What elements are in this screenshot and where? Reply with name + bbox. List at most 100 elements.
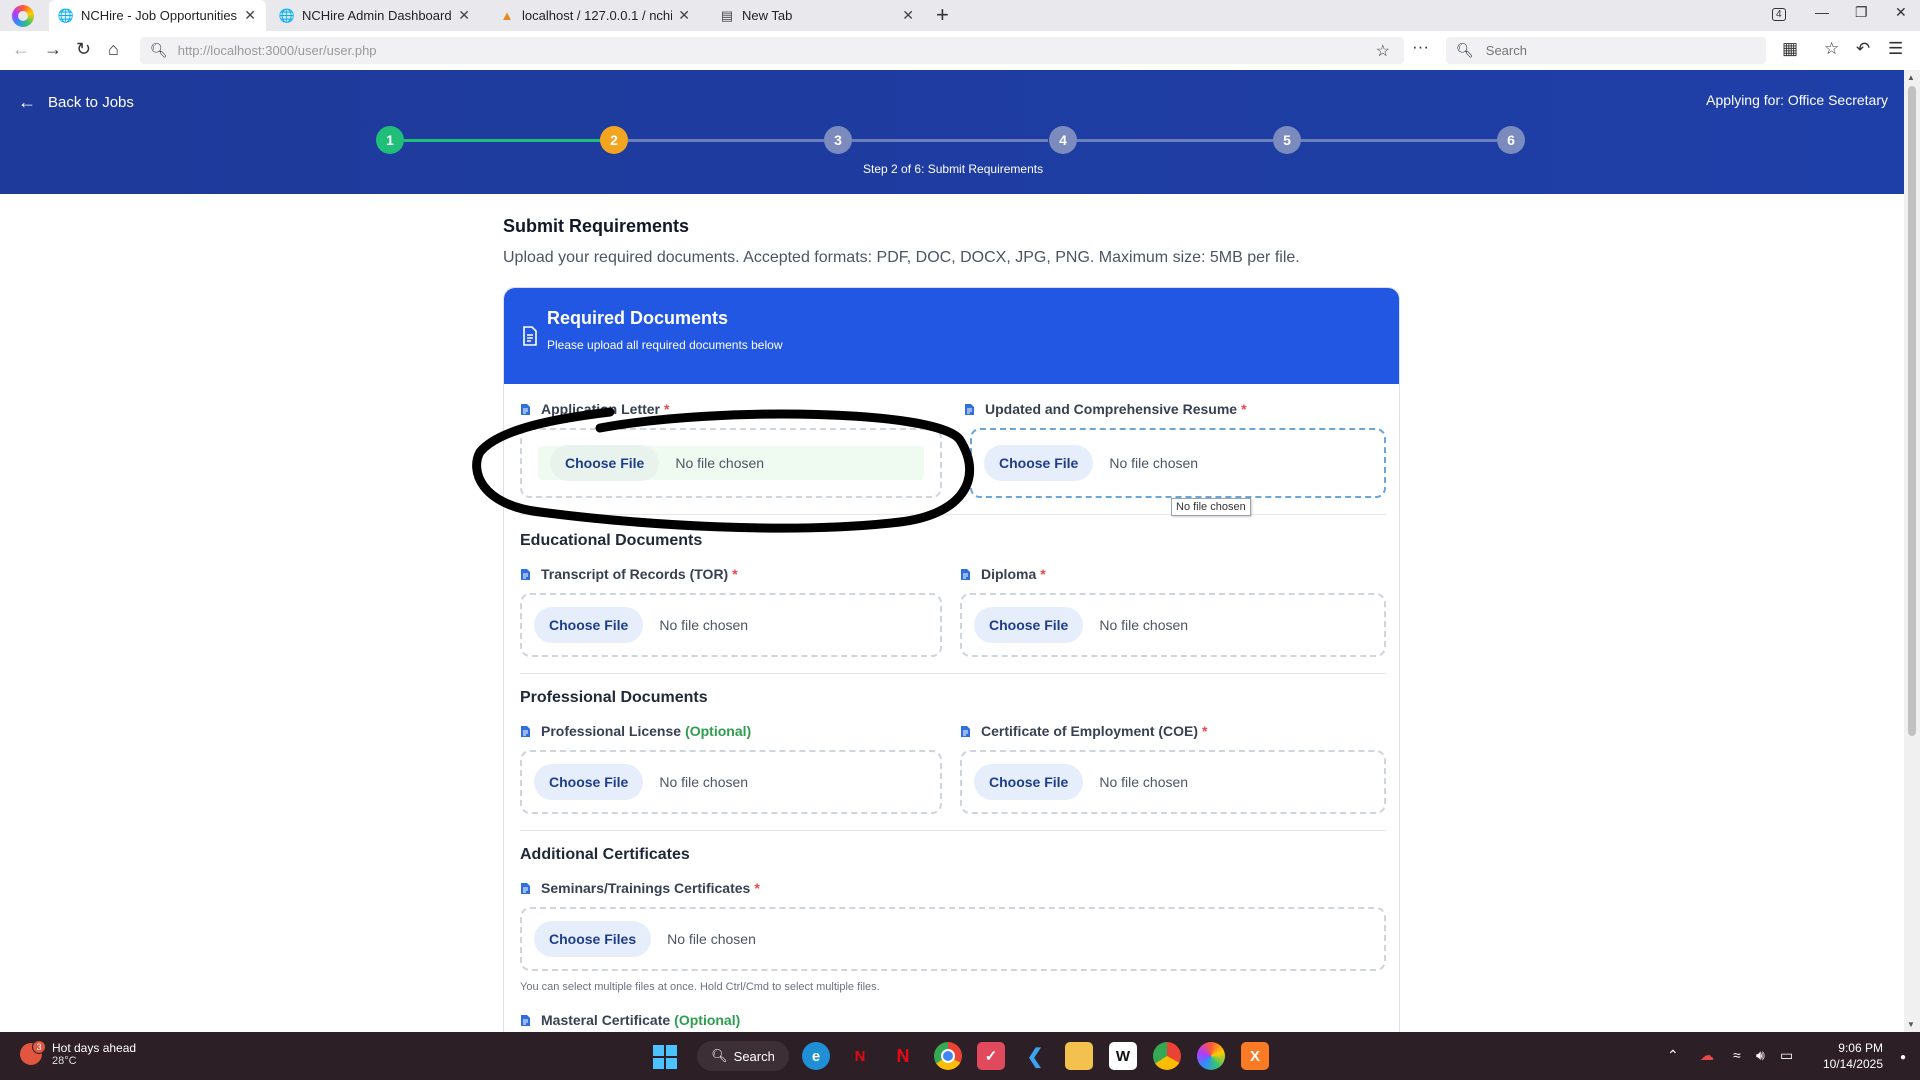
system-clock[interactable]: 9:06 PM 10/14/2025 bbox=[1823, 1040, 1883, 1072]
history-icon[interactable]: ↶ bbox=[1856, 39, 1870, 59]
battery-icon[interactable]: ▭ bbox=[1780, 1047, 1793, 1064]
close-tab-icon[interactable]: ✕ bbox=[902, 7, 914, 24]
back-arrow-icon[interactable]: ← bbox=[12, 39, 30, 60]
required-mark: * bbox=[1202, 723, 1208, 739]
required-mark: * bbox=[732, 566, 738, 582]
search-icon: 🔍︎ bbox=[150, 42, 168, 58]
field-label-text: Transcript of Records (TOR) bbox=[541, 566, 729, 582]
browser-search-box[interactable]: 🔍︎ bbox=[1446, 37, 1766, 64]
tab-new-tab[interactable]: ▤ New Tab ✕ bbox=[710, 0, 924, 31]
netflix-app-icon[interactable]: N bbox=[889, 1042, 917, 1070]
back-to-jobs-label: Back to Jobs bbox=[48, 94, 134, 111]
license-dropzone[interactable]: Choose File No file chosen bbox=[520, 750, 942, 814]
file-explorer-icon[interactable] bbox=[1065, 1042, 1093, 1070]
choose-file-button[interactable]: Choose File bbox=[534, 764, 644, 800]
browser-active-icon[interactable] bbox=[1197, 1042, 1225, 1070]
field-label-text: Application Letter bbox=[541, 401, 661, 417]
step-connector bbox=[1301, 139, 1497, 142]
tab-admin-dashboard[interactable]: 🌐 NCHire Admin Dashboard ✕ bbox=[270, 0, 480, 31]
weather-widget[interactable]: 3 Hot days ahead 28°C bbox=[20, 1040, 137, 1067]
weather-title: Hot days ahead bbox=[52, 1041, 137, 1055]
arrow-left-icon: ← bbox=[18, 92, 36, 112]
resume-label: Updated and Comprehensive Resume * bbox=[964, 401, 1247, 417]
chevron-up-icon[interactable]: ⌃ bbox=[1667, 1047, 1679, 1064]
close-tab-icon[interactable]: ✕ bbox=[678, 7, 690, 24]
field-label-text: Diploma bbox=[981, 566, 1037, 582]
choose-file-button[interactable]: Choose File bbox=[550, 445, 660, 481]
choose-file-button[interactable]: Choose File bbox=[534, 607, 644, 643]
back-to-jobs-link[interactable]: ← Back to Jobs bbox=[18, 92, 134, 113]
chrome-icon[interactable] bbox=[934, 1042, 962, 1070]
search-icon: 🔍︎ bbox=[711, 1048, 728, 1063]
browser-search-input[interactable] bbox=[1483, 42, 1748, 59]
resume-dropzone[interactable]: Choose File No file chosen bbox=[970, 428, 1386, 498]
url-bar[interactable]: 🔍︎ http://localhost:3000/user/user.php ☆ bbox=[140, 37, 1404, 64]
browser-logo-icon[interactable] bbox=[12, 5, 34, 27]
tor-label: Transcript of Records (TOR) * bbox=[520, 566, 738, 582]
url-path: :3000/user/user.php bbox=[261, 43, 377, 58]
field-label-text: Updated and Comprehensive Resume bbox=[985, 401, 1238, 417]
choose-file-button[interactable]: Choose File bbox=[984, 445, 1094, 481]
windows-start-icon[interactable] bbox=[653, 1045, 677, 1069]
restore-icon[interactable]: ❐ bbox=[1855, 4, 1868, 21]
forward-arrow-icon[interactable]: → bbox=[44, 39, 62, 60]
page-scrollbar[interactable]: ▲ ▼ bbox=[1904, 70, 1920, 1032]
choose-file-button[interactable]: Choose File bbox=[974, 607, 1084, 643]
tab-label: New Tab bbox=[742, 8, 793, 23]
hamburger-menu-icon[interactable]: ☰ bbox=[1888, 39, 1903, 59]
scroll-down-arrow-icon[interactable]: ▼ bbox=[1907, 1020, 1915, 1029]
edge-icon[interactable]: e bbox=[802, 1042, 830, 1070]
choose-file-button[interactable]: Choose File bbox=[974, 764, 1084, 800]
home-icon[interactable]: ⌂ bbox=[108, 39, 119, 60]
clock-date: 10/14/2025 bbox=[1822, 1057, 1883, 1071]
globe-icon: 🌐 bbox=[57, 7, 75, 23]
taskbar-search[interactable]: 🔍︎ Search bbox=[697, 1041, 789, 1071]
tab-count-badge[interactable]: 4 bbox=[1772, 4, 1786, 21]
step-connector bbox=[852, 139, 1048, 142]
taskbar-search-label: Search bbox=[733, 1048, 775, 1064]
coe-label: Certificate of Employment (COE) * bbox=[960, 723, 1207, 739]
netflix-icon[interactable]: N bbox=[846, 1042, 874, 1070]
wattpad-icon[interactable]: W bbox=[1109, 1042, 1137, 1070]
browser-toolbar: ← → ↻ ⌂ 🔍︎ http://localhost:3000/user/us… bbox=[0, 31, 1920, 71]
scroll-thumb[interactable] bbox=[1908, 86, 1916, 736]
required-mark: * bbox=[664, 401, 670, 417]
volume-icon[interactable]: 🔊︎ bbox=[1756, 1047, 1765, 1064]
notification-icon[interactable]: ● bbox=[1900, 1052, 1906, 1063]
seminars-dropzone[interactable]: Choose Files No file chosen bbox=[520, 907, 1386, 971]
application-letter-dropzone[interactable]: Choose File No file chosen bbox=[520, 428, 942, 498]
coe-dropzone[interactable]: Choose File No file chosen bbox=[960, 750, 1386, 814]
scroll-up-arrow-icon[interactable]: ▲ bbox=[1907, 73, 1915, 82]
optional-mark: (Optional) bbox=[685, 723, 752, 739]
browser-tab-bar: 🌐 NCHire - Job Opportunities ✕ 🌐 NCHire … bbox=[0, 0, 1920, 31]
xampp-icon[interactable]: X bbox=[1241, 1042, 1269, 1070]
minimize-icon[interactable]: — bbox=[1815, 4, 1829, 20]
application-letter-file-input[interactable]: Choose File No file chosen bbox=[538, 445, 924, 481]
pocket-icon[interactable]: ✓ bbox=[977, 1042, 1005, 1070]
wifi-icon[interactable]: ≈ bbox=[1733, 1047, 1741, 1063]
new-tab-plus-icon[interactable]: + bbox=[936, 3, 949, 27]
tab-phpmyadmin[interactable]: ▲ localhost / 127.0.0.1 / nchire / ✕ bbox=[490, 0, 700, 31]
reload-icon[interactable]: ↻ bbox=[76, 39, 91, 60]
grid-apps-icon[interactable]: ▦ bbox=[1782, 39, 1798, 59]
more-menu-icon[interactable]: ··· bbox=[1412, 37, 1429, 57]
close-tab-icon[interactable]: ✕ bbox=[244, 7, 256, 24]
tab-nchire-jobs[interactable]: 🌐 NCHire - Job Opportunities ✕ bbox=[49, 0, 266, 31]
professional-documents-heading: Professional Documents bbox=[520, 689, 708, 706]
vscode-icon[interactable]: ❮ bbox=[1021, 1042, 1049, 1070]
bookmark-star-icon[interactable]: ☆ bbox=[1376, 41, 1390, 61]
close-tab-icon[interactable]: ✕ bbox=[458, 7, 470, 24]
chrome-profile-icon[interactable] bbox=[1153, 1042, 1181, 1070]
choose-files-button[interactable]: Choose Files bbox=[534, 921, 652, 957]
page-title: Submit Requirements bbox=[503, 216, 690, 236]
diploma-label: Diploma * bbox=[960, 566, 1046, 582]
close-window-icon[interactable]: ✕ bbox=[1895, 4, 1907, 21]
card-header: Required Documents Please upload all req… bbox=[504, 288, 1399, 384]
diploma-dropzone[interactable]: Choose File No file chosen bbox=[960, 593, 1386, 657]
windows-taskbar: 3 Hot days ahead 28°C 🔍︎ Search e N N ✓ … bbox=[0, 1032, 1920, 1080]
tor-dropzone[interactable]: Choose File No file chosen bbox=[520, 593, 942, 657]
search-icon: 🔍︎ bbox=[1456, 42, 1474, 58]
favorites-icon[interactable]: ☆ bbox=[1824, 39, 1839, 59]
section-divider bbox=[520, 514, 1386, 515]
cloud-alert-icon[interactable]: ☁ bbox=[1700, 1047, 1714, 1064]
